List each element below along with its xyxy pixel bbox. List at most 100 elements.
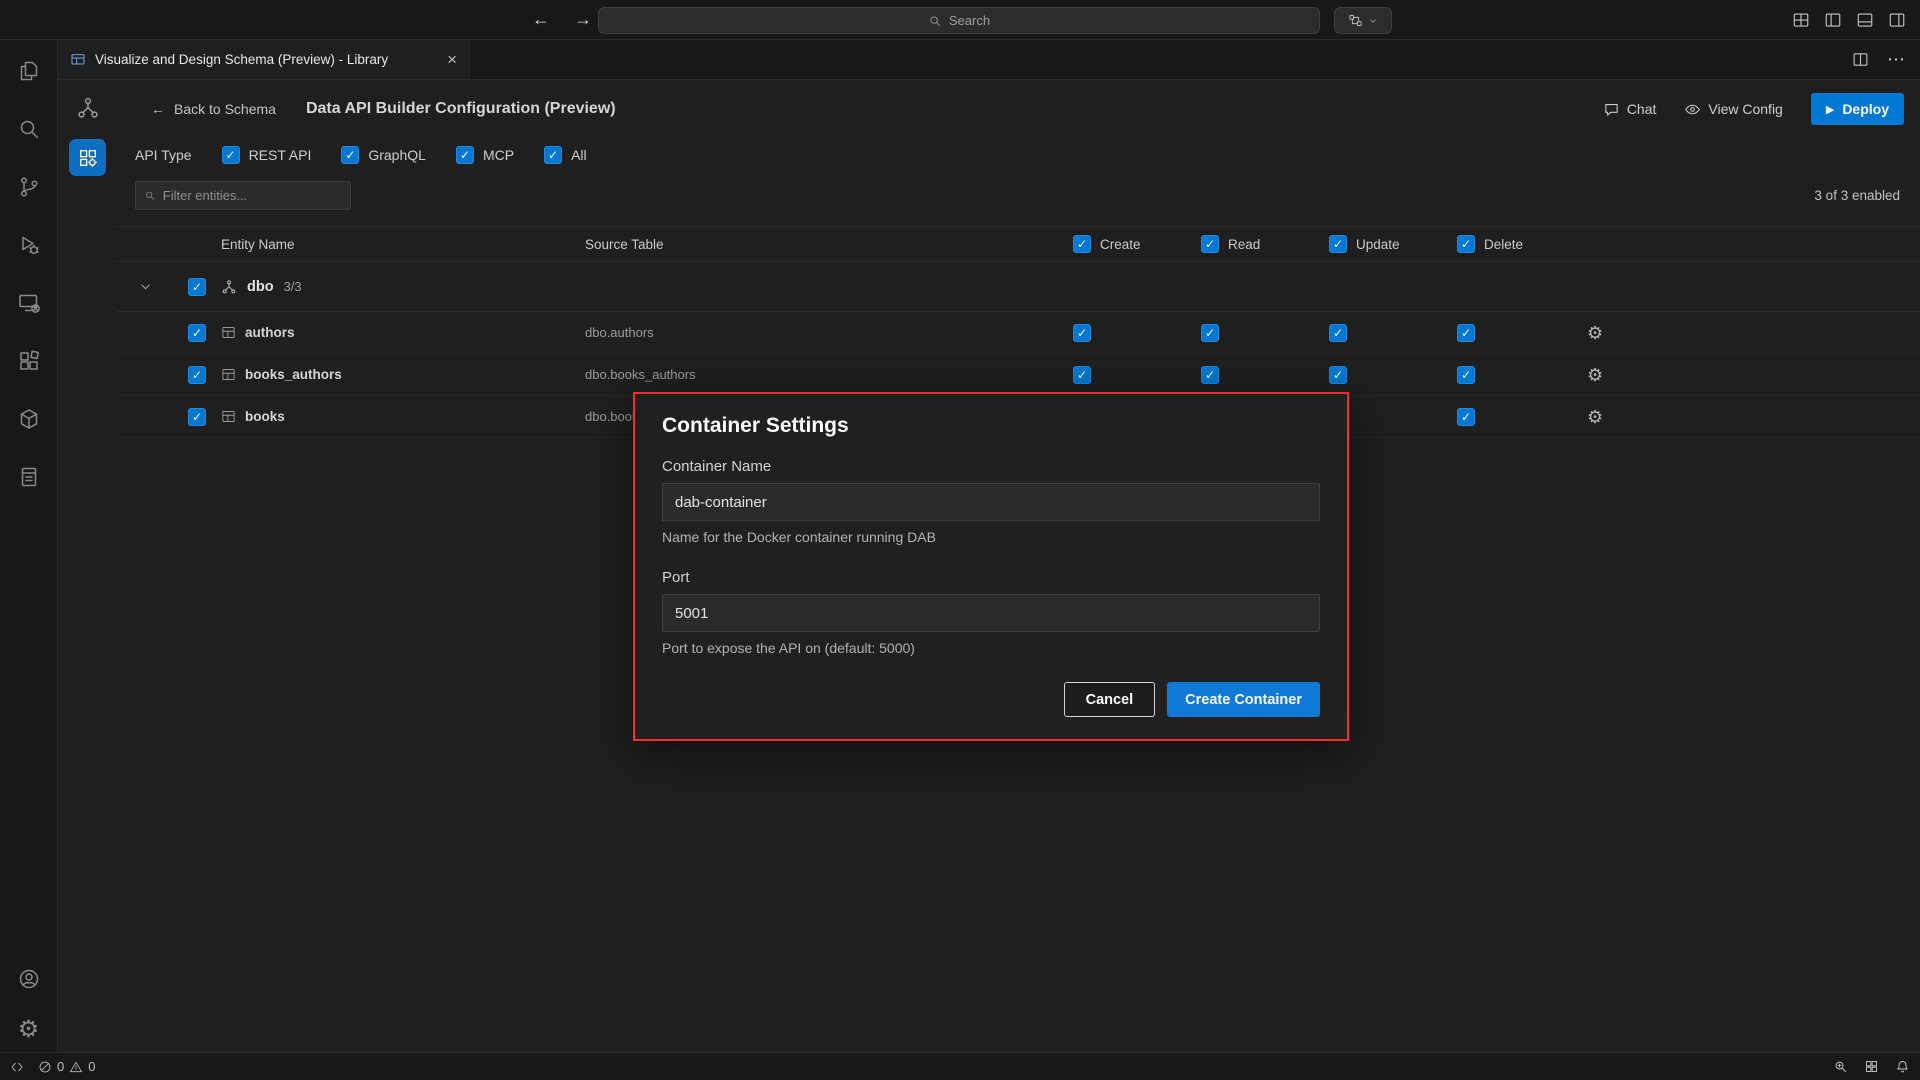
toggle-panel-icon[interactable] — [1856, 11, 1874, 29]
read-checkbox[interactable]: ✓ — [1201, 324, 1219, 342]
api-type-label: API Type — [135, 147, 192, 163]
create-container-button[interactable]: Create Container — [1167, 682, 1320, 717]
port-label: Port — [662, 569, 1320, 586]
container-name-help: Name for the Docker container running DA… — [662, 529, 1320, 545]
tab-title: Visualize and Design Schema (Preview) - … — [95, 52, 388, 67]
chevron-down-icon[interactable] — [139, 280, 152, 293]
col-delete: ✓ Delete — [1445, 235, 1573, 253]
table-row: ✓ books_authors dbo.books_authors ✓ ✓ ✓ … — [117, 354, 1920, 396]
database-project-icon[interactable] — [16, 464, 41, 489]
delete-checkbox[interactable]: ✓ — [1457, 324, 1475, 342]
modal-buttons: Cancel Create Container — [662, 682, 1320, 717]
mcp-checkbox[interactable]: ✓ — [456, 146, 474, 164]
workflow-dropdown-button[interactable] — [1334, 7, 1392, 34]
view-config-icon — [1684, 101, 1701, 118]
status-bar: 0 0 — [0, 1052, 1920, 1080]
row-settings-icon[interactable]: ⚙ — [1587, 407, 1603, 427]
filter-text-field[interactable] — [163, 188, 342, 203]
read-checkbox[interactable]: ✓ — [1201, 366, 1219, 384]
view-config-button[interactable]: View Config — [1684, 101, 1782, 118]
schema-icon — [221, 279, 237, 295]
filter-row: 3 of 3 enabled — [117, 172, 1920, 218]
update-checkbox[interactable]: ✓ — [1329, 366, 1347, 384]
warnings-icon — [69, 1060, 83, 1074]
back-arrow-icon: ← — [151, 101, 165, 117]
port-field-group: Port Port to expose the API on (default:… — [662, 569, 1320, 656]
page-title: Data API Builder Configuration (Preview) — [306, 100, 616, 118]
create-all-checkbox[interactable]: ✓ — [1073, 235, 1091, 253]
dab-config-view-icon[interactable] — [69, 139, 106, 176]
delete-checkbox[interactable]: ✓ — [1457, 408, 1475, 426]
container-name-field-group: Container Name Name for the Docker conta… — [662, 458, 1320, 545]
container-name-label: Container Name — [662, 458, 1320, 475]
create-checkbox[interactable]: ✓ — [1073, 366, 1091, 384]
schema-tab-icon — [70, 52, 86, 68]
back-label: Back to Schema — [174, 101, 276, 117]
read-all-checkbox[interactable]: ✓ — [1201, 235, 1219, 253]
table-icon — [221, 325, 236, 340]
all-checkbox[interactable]: ✓ — [544, 146, 562, 164]
command-center-search[interactable]: Search — [598, 7, 1320, 34]
chat-button[interactable]: Chat — [1603, 101, 1657, 118]
table-row: ✓ authors dbo.authors ✓ ✓ ✓ ✓ ⚙ — [117, 312, 1920, 354]
schema-group-row: ✓ dbo 3/3 — [117, 262, 1920, 312]
back-nav-icon[interactable]: ← — [532, 9, 550, 30]
row-checkbox[interactable]: ✓ — [188, 408, 206, 426]
api-type-row: API Type ✓ REST API ✓ GraphQL ✓ MCP — [117, 138, 1920, 172]
zoom-status-icon[interactable] — [1833, 1059, 1848, 1074]
source-control-icon[interactable] — [16, 174, 41, 199]
workflow-icon — [1348, 13, 1363, 28]
port-help: Port to expose the API on (default: 5000… — [662, 640, 1320, 656]
problems-indicator[interactable]: 0 0 — [38, 1059, 95, 1074]
col-create: ✓ Create — [1061, 235, 1189, 253]
group-checkbox[interactable]: ✓ — [188, 278, 206, 296]
row-settings-icon[interactable]: ⚙ — [1587, 323, 1603, 343]
search-icon — [144, 189, 156, 202]
row-checkbox[interactable]: ✓ — [188, 366, 206, 384]
history-nav: ← → — [532, 0, 592, 39]
split-editor-icon[interactable] — [1852, 51, 1869, 68]
api-option-rest: ✓ REST API — [222, 146, 312, 164]
delete-checkbox[interactable]: ✓ — [1457, 366, 1475, 384]
account-icon[interactable] — [16, 966, 41, 991]
table-icon — [221, 367, 236, 382]
database-cube-icon[interactable] — [16, 406, 41, 431]
toggle-secondary-sidebar-icon[interactable] — [1888, 11, 1906, 29]
row-settings-icon[interactable]: ⚙ — [1587, 365, 1603, 385]
more-actions-icon[interactable]: ⋯ — [1887, 49, 1906, 70]
explorer-icon[interactable] — [16, 58, 41, 83]
tab-visualize-schema[interactable]: Visualize and Design Schema (Preview) - … — [58, 40, 470, 79]
filter-entities-input[interactable] — [135, 181, 351, 210]
delete-all-checkbox[interactable]: ✓ — [1457, 235, 1475, 253]
notifications-bell-icon[interactable] — [1895, 1059, 1910, 1074]
col-entity-name: Entity Name — [221, 237, 585, 252]
extensions-icon[interactable] — [16, 348, 41, 373]
search-view-icon[interactable] — [16, 116, 41, 141]
forward-nav-icon[interactable]: → — [574, 9, 592, 30]
toggle-sidebar-icon[interactable] — [1824, 11, 1842, 29]
extension-status-icon[interactable] — [1864, 1059, 1879, 1074]
cancel-button[interactable]: Cancel — [1064, 682, 1156, 717]
create-checkbox[interactable]: ✓ — [1073, 324, 1091, 342]
col-update: ✓ Update — [1317, 235, 1445, 253]
remote-indicator-icon[interactable] — [10, 1060, 24, 1074]
update-checkbox[interactable]: ✓ — [1329, 324, 1347, 342]
graphql-checkbox[interactable]: ✓ — [341, 146, 359, 164]
rest-api-checkbox[interactable]: ✓ — [222, 146, 240, 164]
editor-actions: ⋯ — [1852, 40, 1906, 79]
play-icon: ▶ — [1826, 103, 1834, 116]
back-to-schema-link[interactable]: ← Back to Schema — [151, 101, 276, 117]
update-all-checkbox[interactable]: ✓ — [1329, 235, 1347, 253]
close-icon[interactable]: × — [447, 51, 457, 68]
row-checkbox[interactable]: ✓ — [188, 324, 206, 342]
settings-gear-icon[interactable]: ⚙ — [16, 1017, 41, 1042]
remote-explorer-icon[interactable] — [16, 290, 41, 315]
container-name-input[interactable] — [662, 483, 1320, 521]
inner-view-strip — [58, 80, 117, 1052]
customize-layout-icon[interactable] — [1792, 11, 1810, 29]
run-debug-icon[interactable] — [16, 232, 41, 257]
port-input[interactable] — [662, 594, 1320, 632]
schema-designer-icon[interactable] — [76, 96, 100, 123]
deploy-button[interactable]: ▶ Deploy — [1811, 93, 1904, 125]
errors-icon — [38, 1060, 52, 1074]
